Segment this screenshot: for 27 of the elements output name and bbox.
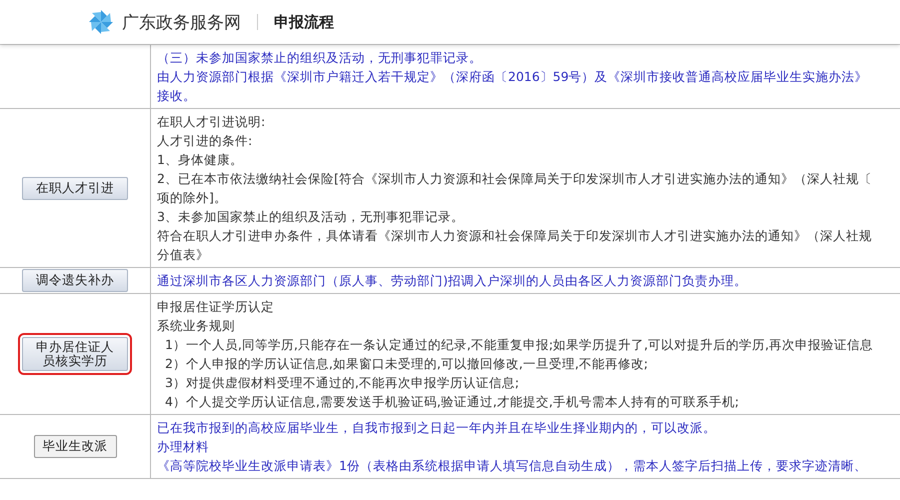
description-line: 2、已在本市依法缴纳社会保险[符合《深圳市人力资源和社会保障局关于印发深圳市人才引进实施办法的通知》（深人社规〔: [157, 170, 872, 188]
description-line: 申报居住证学历认定: [157, 298, 275, 316]
description-line: 符合在职人才引进申办条件，具体请看《深圳市人力资源和社会保障局关于印发深圳市人才引进实施办法的通知》（深人社规: [157, 227, 872, 245]
description-line: 3、未参加国家禁止的组织及活动，无刑事犯罪记录。: [157, 208, 465, 226]
description-line: 接收。: [157, 87, 197, 105]
description-line: 系统业务规则: [157, 317, 236, 335]
description-line: 《高等院校毕业生改派申请表》1份（表格由系统根据申请人填写信息自动生成），需本人签字后扫描上传，要求字迹清晰、: [157, 457, 867, 475]
description-line: 4）个人提交学历认证信息,需要发送手机验证码,验证通过,才能提交,手机号需本人持有的可联系手机;: [164, 393, 740, 411]
description-line: 由人力资源部门根据《深圳市户籍迁入若干规定》（深府函〔2016〕59号）及《深圳市接收普通高校应届毕业生实施办法》: [157, 68, 868, 86]
description-line: 2）个人申报的学历认证信息,如果窗口未受理的,可以撤回修改,一旦受理,不能再修改;: [164, 355, 650, 373]
description-line: （三）未参加国家禁止的组织及活动，无刑事犯罪记录。: [157, 49, 483, 67]
description-line: 通过深圳市各区人力资源部门（原人事、劳动部门)招调入户深圳的人员由各区人力资源部门负责办理。: [157, 272, 747, 290]
description-line: 分值表》: [157, 246, 210, 264]
description-line: 1、身体健康。: [157, 151, 244, 169]
description-line: 3）对提供虚假材料受理不通过的,不能再次申报学历认证信息;: [164, 374, 520, 392]
description-line: 人才引进的条件:: [157, 132, 254, 150]
service-button[interactable]: 毕业生改派: [34, 435, 116, 458]
service-button[interactable]: 调令遗失补办: [22, 269, 128, 292]
description-line: 办理材料: [157, 438, 210, 456]
pinwheel-logo-icon: [88, 9, 114, 35]
description-line: 已在我市报到的高校应届毕业生，自我市报到之日起一年内并且在毕业生择业期内的，可以改派。: [157, 419, 717, 437]
page-title: 申报流程: [274, 12, 334, 32]
description-line: 1）一个人员,同等学历,只能存在一条认定通过的纪录,不能重复申报;如果学历提升了,可以对提升后的学历,再次申报验证信息: [164, 336, 873, 354]
description-line: 在职人才引进说明:: [157, 113, 266, 131]
service-button[interactable]: 在职人才引进: [22, 176, 128, 200]
description-line: 项的除外]。: [157, 189, 228, 207]
site-name: 广东政务服务网: [122, 12, 241, 34]
